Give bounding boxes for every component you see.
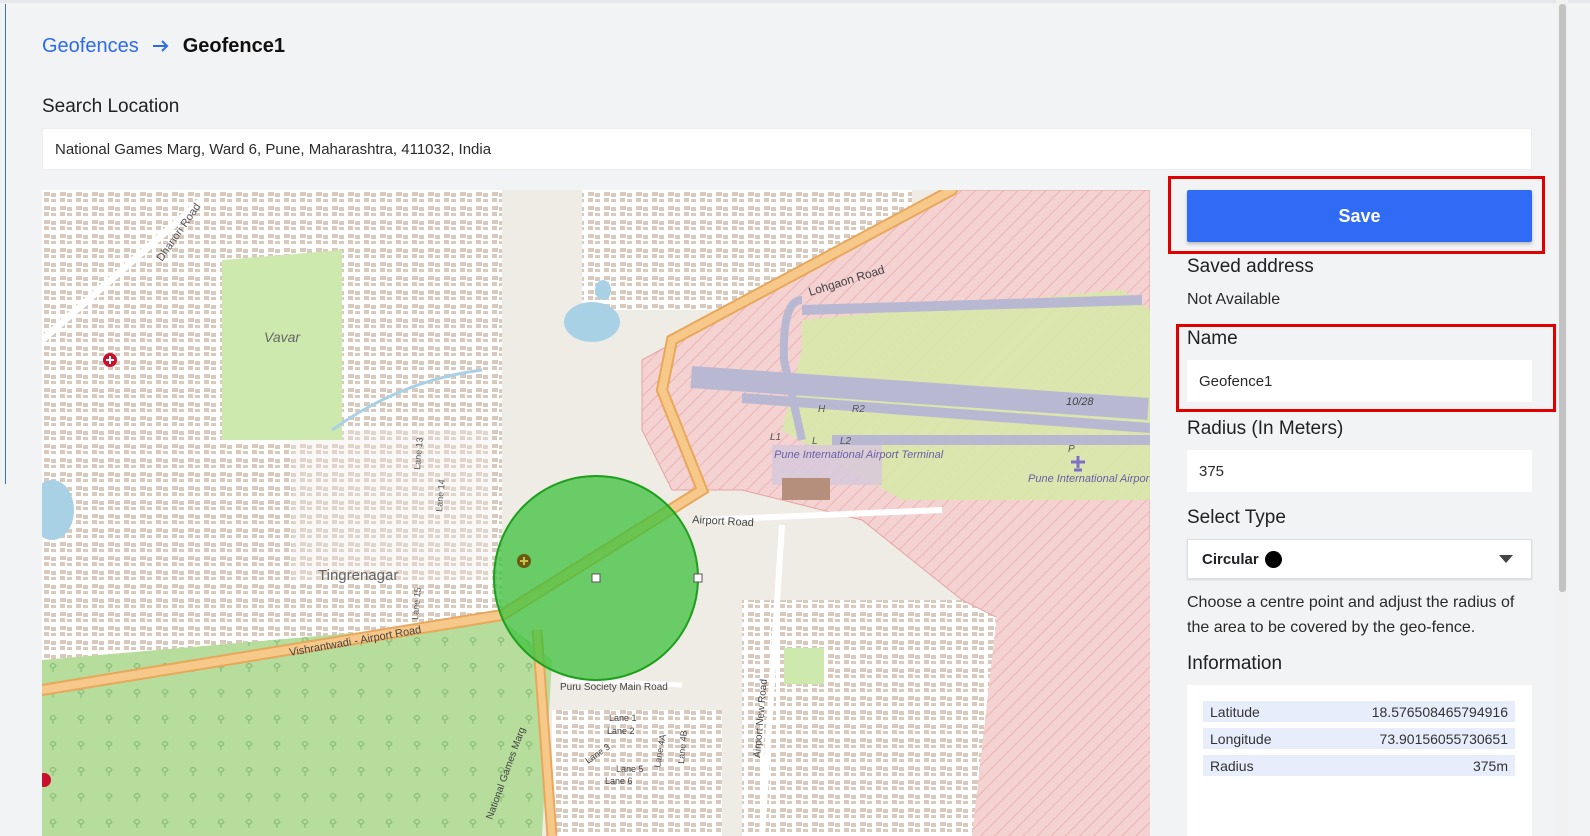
type-select[interactable]: Circular [1187, 539, 1532, 579]
info-row-radius: Radius 375m [1203, 755, 1515, 776]
scrollbar-thumb[interactable] [1559, 4, 1566, 592]
geofence-radius-handle[interactable] [693, 573, 703, 583]
name-label: Name [1187, 328, 1238, 349]
map-label-airport-road: Airport Road [692, 514, 754, 529]
chevron-down-icon [1499, 555, 1513, 563]
map-canvas[interactable]: Dhanori Road Lohgaon Road Vavar Tingrena… [42, 190, 1150, 836]
map-label-puru: Puru Society Main Road [560, 682, 668, 693]
arrow-right-icon [152, 40, 169, 52]
saved-address-value: Not Available [1187, 291, 1281, 308]
info-row-longitude: Longitude 73.90156055730651 [1203, 728, 1515, 749]
terminal-roof [782, 478, 830, 500]
info-key: Radius [1210, 757, 1254, 774]
map-label-lane2: Lane 2 [607, 726, 635, 736]
type-select-value: Circular [1202, 550, 1259, 568]
breadcrumb: Geofences Geofence1 [42, 31, 285, 61]
lake [564, 302, 620, 342]
geofence-center-handle[interactable] [591, 573, 601, 583]
name-input[interactable]: Geofence1 [1187, 360, 1532, 402]
help-text: Choose a centre point and adjust the rad… [1187, 594, 1515, 636]
info-key: Longitude [1210, 730, 1272, 747]
information-card: Latitude 18.576508465794916 Longitude 73… [1187, 685, 1532, 836]
pond [595, 280, 611, 300]
info-row-latitude: Latitude 18.576508465794916 [1203, 701, 1515, 722]
radius-input[interactable]: 375 [1187, 450, 1532, 492]
small-park [784, 648, 824, 684]
map-label-lane1: Lane 1 [609, 713, 637, 723]
vavar-park [222, 250, 342, 440]
breadcrumb-geofences-link[interactable]: Geofences [42, 35, 139, 58]
info-value: 73.90156055730651 [1379, 730, 1508, 747]
map-label-l2: L2 [840, 436, 852, 447]
map-label-p: P [1068, 444, 1075, 455]
radius-label: Radius (In Meters) [1187, 418, 1344, 439]
top-border [0, 0, 1590, 3]
saved-address-label: Saved address [1187, 256, 1314, 277]
map-label-runway: 10/28 [1066, 396, 1094, 408]
information-label: Information [1187, 653, 1283, 674]
map-label-terminal: Pune International Airport Terminal [774, 449, 944, 461]
info-value: 375m [1472, 757, 1508, 774]
map-label-l1: L1 [770, 432, 781, 443]
map-label-lane6: Lane 6 [605, 776, 633, 786]
open-area [292, 430, 492, 580]
map-label-airport: Pune International Airport [1028, 473, 1150, 485]
select-type-label: Select Type [1187, 507, 1286, 528]
left-accent-rule [5, 4, 6, 484]
map-label-vavar: Vavar [264, 329, 301, 345]
black-dot-icon [1264, 550, 1282, 568]
map-label-tingrenagar: Tingrenagar [318, 567, 398, 584]
map[interactable]: Dhanori Road Lohgaon Road Vavar Tingrena… [42, 190, 1150, 836]
info-key: Latitude [1210, 703, 1260, 720]
map-label-l: L [812, 436, 818, 447]
map-label-r2: R2 [852, 404, 865, 415]
info-value: 18.576508465794916 [1371, 703, 1508, 720]
search-location-label: Search Location [42, 96, 180, 117]
save-button[interactable]: Save [1187, 190, 1532, 242]
map-label-h: H [818, 404, 826, 415]
map-label-lane5: Lane 5 [616, 764, 644, 774]
residential-area-southeast [742, 600, 1012, 836]
breadcrumb-current: Geofence1 [182, 34, 285, 57]
search-location-input[interactable]: National Games Marg, Ward 6, Pune, Mahar… [42, 128, 1532, 170]
